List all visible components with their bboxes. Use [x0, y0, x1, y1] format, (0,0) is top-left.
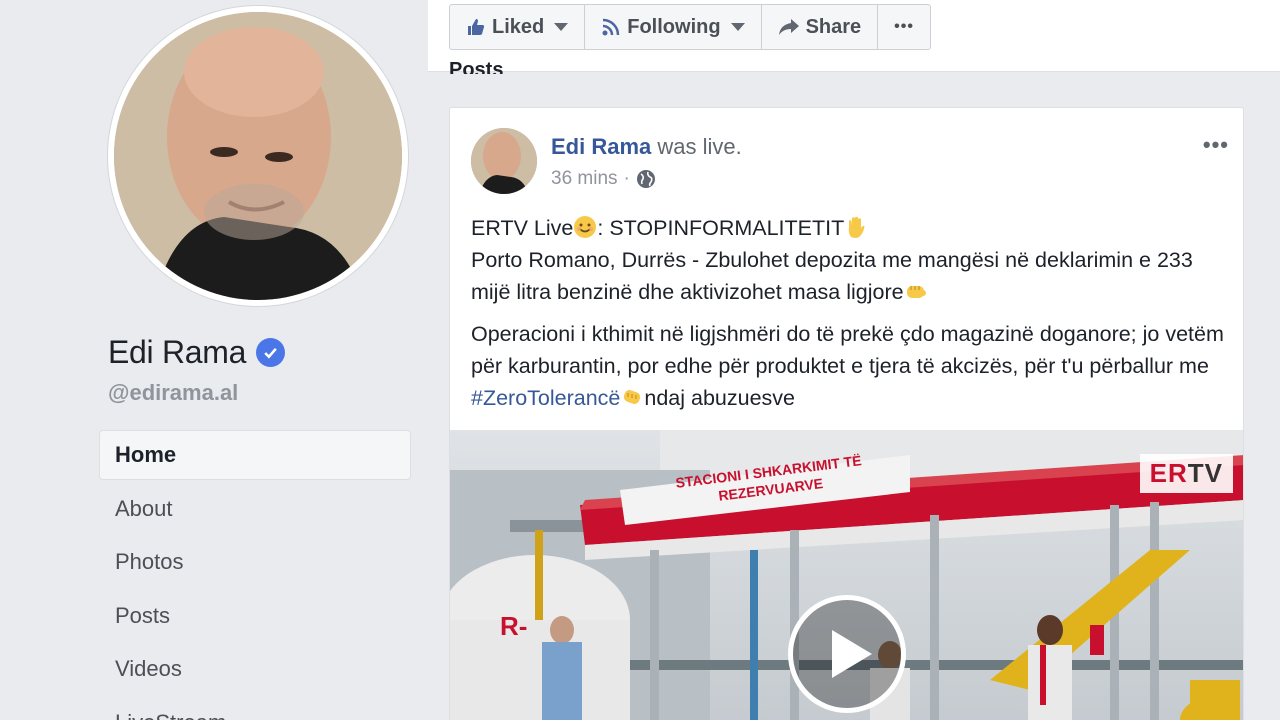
post-card: Edi Rama was live. 36 mins · ••• ERTV Li… — [449, 107, 1244, 720]
post-paragraph-2: Operacioni i kthimit në ligjshmëri do të… — [471, 318, 1231, 414]
post-line-1-a: ERTV Live — [471, 216, 574, 240]
nav-item-livestream[interactable]: LiveStream — [100, 699, 410, 720]
following-label: Following — [627, 15, 721, 38]
liked-button[interactable]: Liked — [450, 5, 586, 49]
page-nav: Home About Photos Posts Videos LiveStrea… — [100, 431, 410, 720]
fist-emoji-icon — [906, 286, 926, 298]
nav-item-home[interactable]: Home — [100, 431, 410, 479]
profile-photo — [114, 12, 402, 300]
play-button[interactable] — [788, 595, 906, 713]
thumbs-up-icon — [468, 19, 485, 35]
chevron-down-icon — [554, 23, 569, 31]
post-line-1-b: : STOPINFORMALITETIT — [597, 216, 845, 240]
page-title: Edi Rama — [108, 334, 286, 371]
post-paragraph-1-text: Porto Romano, Durrës - Zbulohet depozita… — [471, 248, 1193, 304]
post-author-avatar[interactable] — [471, 128, 537, 194]
punch-emoji-icon — [624, 390, 641, 404]
live-video-preview[interactable]: R- STACIONI I SHKARKIMIT TË REZERVUARVE … — [450, 430, 1243, 720]
post-options-icon[interactable]: ••• — [1203, 132, 1229, 158]
profile-picture[interactable] — [108, 6, 408, 306]
liked-label: Liked — [492, 15, 545, 38]
ertv-logo: ERTV — [1139, 454, 1233, 493]
post-body: ERTV Live : STOPINFORMALITETIT Porto Roma… — [471, 212, 1231, 424]
chevron-down-icon — [730, 23, 745, 31]
verified-badge-icon — [256, 338, 286, 367]
page-actions: Liked Following Share ••• — [449, 4, 931, 50]
ertv-logo-a: ER — [1149, 458, 1188, 488]
more-dots-icon: ••• — [894, 18, 914, 35]
ertv-logo-b: TV — [1187, 458, 1223, 488]
share-arrow-icon — [778, 19, 799, 35]
post-paragraph-2-a: Operacioni i kthimit në ligjshmëri do të… — [471, 322, 1224, 378]
play-icon — [832, 630, 872, 678]
smiling-face-emoji-icon — [574, 216, 597, 238]
share-label: Share — [805, 15, 862, 38]
rss-icon — [602, 18, 620, 36]
post-timestamp[interactable]: 36 mins — [551, 168, 618, 190]
posts-heading-label: Posts — [449, 62, 504, 74]
hashtag-link[interactable]: #ZeroTolerancë — [471, 386, 620, 410]
globe-icon[interactable] — [636, 169, 656, 189]
post-action-text: was live. — [657, 134, 742, 159]
left-column: Edi Rama @edirama.al Home About Photos P… — [0, 0, 430, 720]
nav-item-posts[interactable]: Posts — [100, 592, 410, 640]
post-author-name[interactable]: Edi Rama — [551, 134, 651, 159]
svg-text:R-: R- — [500, 611, 527, 641]
post-author-line: Edi Rama was live. — [551, 134, 742, 160]
nav-item-videos[interactable]: Videos — [100, 645, 410, 693]
post-paragraph-1: Porto Romano, Durrës - Zbulohet depozita… — [471, 244, 1231, 308]
following-button[interactable]: Following — [585, 5, 762, 49]
raised-hand-emoji-icon — [849, 216, 865, 238]
share-button[interactable]: Share — [762, 5, 879, 49]
nav-item-about[interactable]: About — [100, 485, 410, 533]
more-options-button[interactable]: ••• — [878, 5, 930, 49]
meta-separator: · — [623, 168, 630, 189]
page-handle[interactable]: @edirama.al — [108, 380, 238, 406]
post-paragraph-2-b: ndaj abuzuesve — [644, 386, 796, 410]
page-name-text: Edi Rama — [108, 334, 247, 370]
post-meta: 36 mins · — [551, 168, 656, 190]
post-line-1: ERTV Live : STOPINFORMALITETIT — [471, 212, 1231, 244]
nav-item-photos[interactable]: Photos — [100, 538, 410, 586]
posts-heading: Posts — [449, 62, 503, 74]
